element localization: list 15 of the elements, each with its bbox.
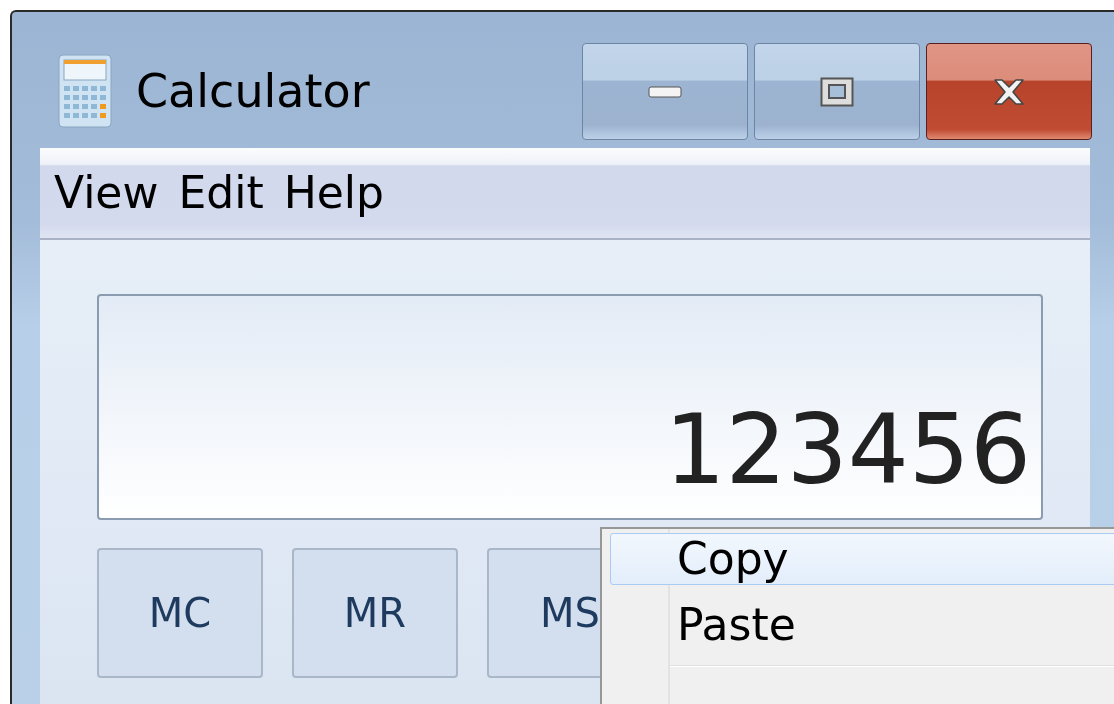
display-value: 123456 xyxy=(664,402,1031,498)
menu-item[interactable]: View xyxy=(54,171,159,215)
memory-button[interactable]: MR xyxy=(292,548,458,678)
menu-option[interactable]: Copy xyxy=(610,533,1114,585)
menu-item[interactable]: Help xyxy=(283,171,384,215)
window-title: Calculator xyxy=(136,68,370,114)
menu-item[interactable]: Edit xyxy=(178,171,264,215)
close-button[interactable] xyxy=(926,43,1092,140)
maximize-button[interactable] xyxy=(754,43,920,140)
minimize-icon xyxy=(648,85,682,98)
minimize-button[interactable] xyxy=(582,43,748,140)
memory-button[interactable]: MC xyxy=(97,548,263,678)
close-icon xyxy=(991,76,1027,107)
calculator-icon xyxy=(58,54,112,128)
maximize-icon xyxy=(820,76,854,107)
